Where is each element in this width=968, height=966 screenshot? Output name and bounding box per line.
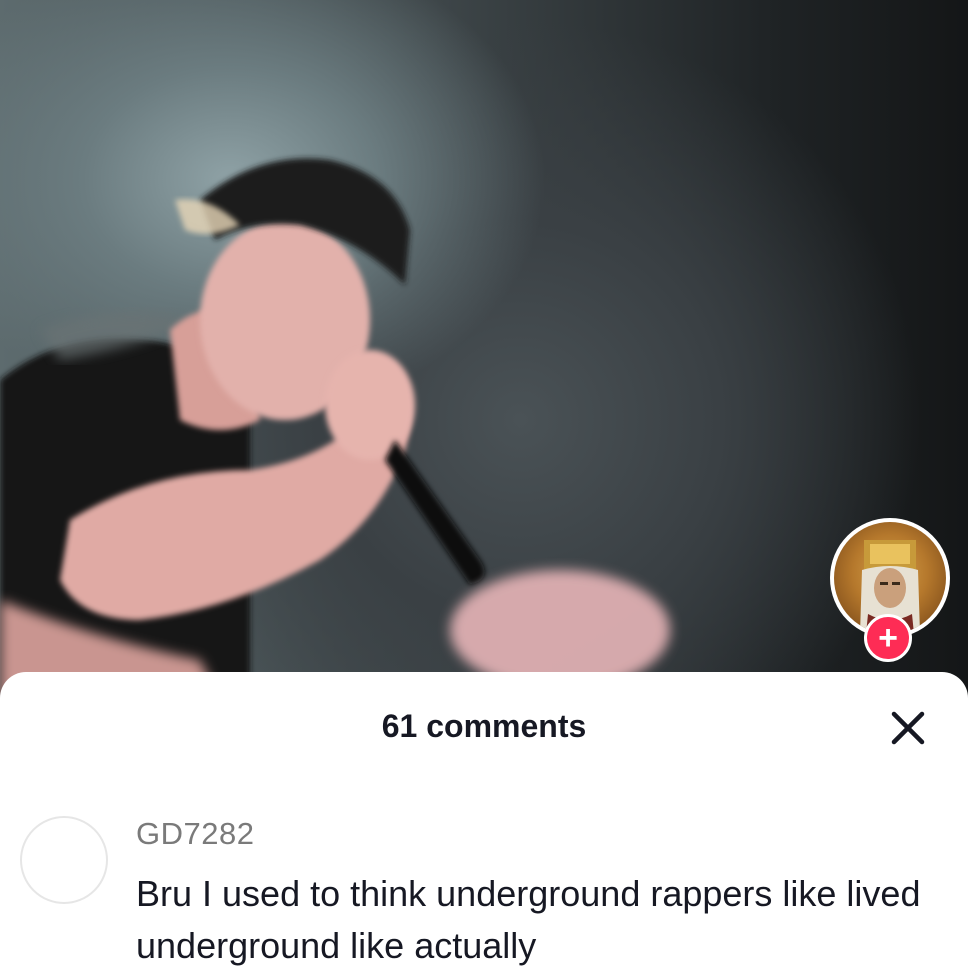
performer-figure xyxy=(0,158,670,700)
comment-text: Bru I used to think underground rappers … xyxy=(136,873,921,966)
comment-username[interactable]: GD7282 xyxy=(136,816,254,852)
comments-count-title: 61 comments xyxy=(381,708,587,744)
video-player[interactable] xyxy=(0,0,968,700)
commenter-avatar[interactable] xyxy=(20,816,108,904)
close-icon xyxy=(891,711,925,745)
plus-icon: + xyxy=(878,619,898,657)
follow-button[interactable]: + xyxy=(864,614,912,662)
tiktok-screen: + 61 comments GD7282 Bru I used to think… xyxy=(0,0,968,966)
close-button[interactable] xyxy=(884,704,932,752)
microphone-shape xyxy=(385,440,485,585)
comments-sheet: 61 comments GD7282 Bru I used to think u… xyxy=(0,672,968,966)
